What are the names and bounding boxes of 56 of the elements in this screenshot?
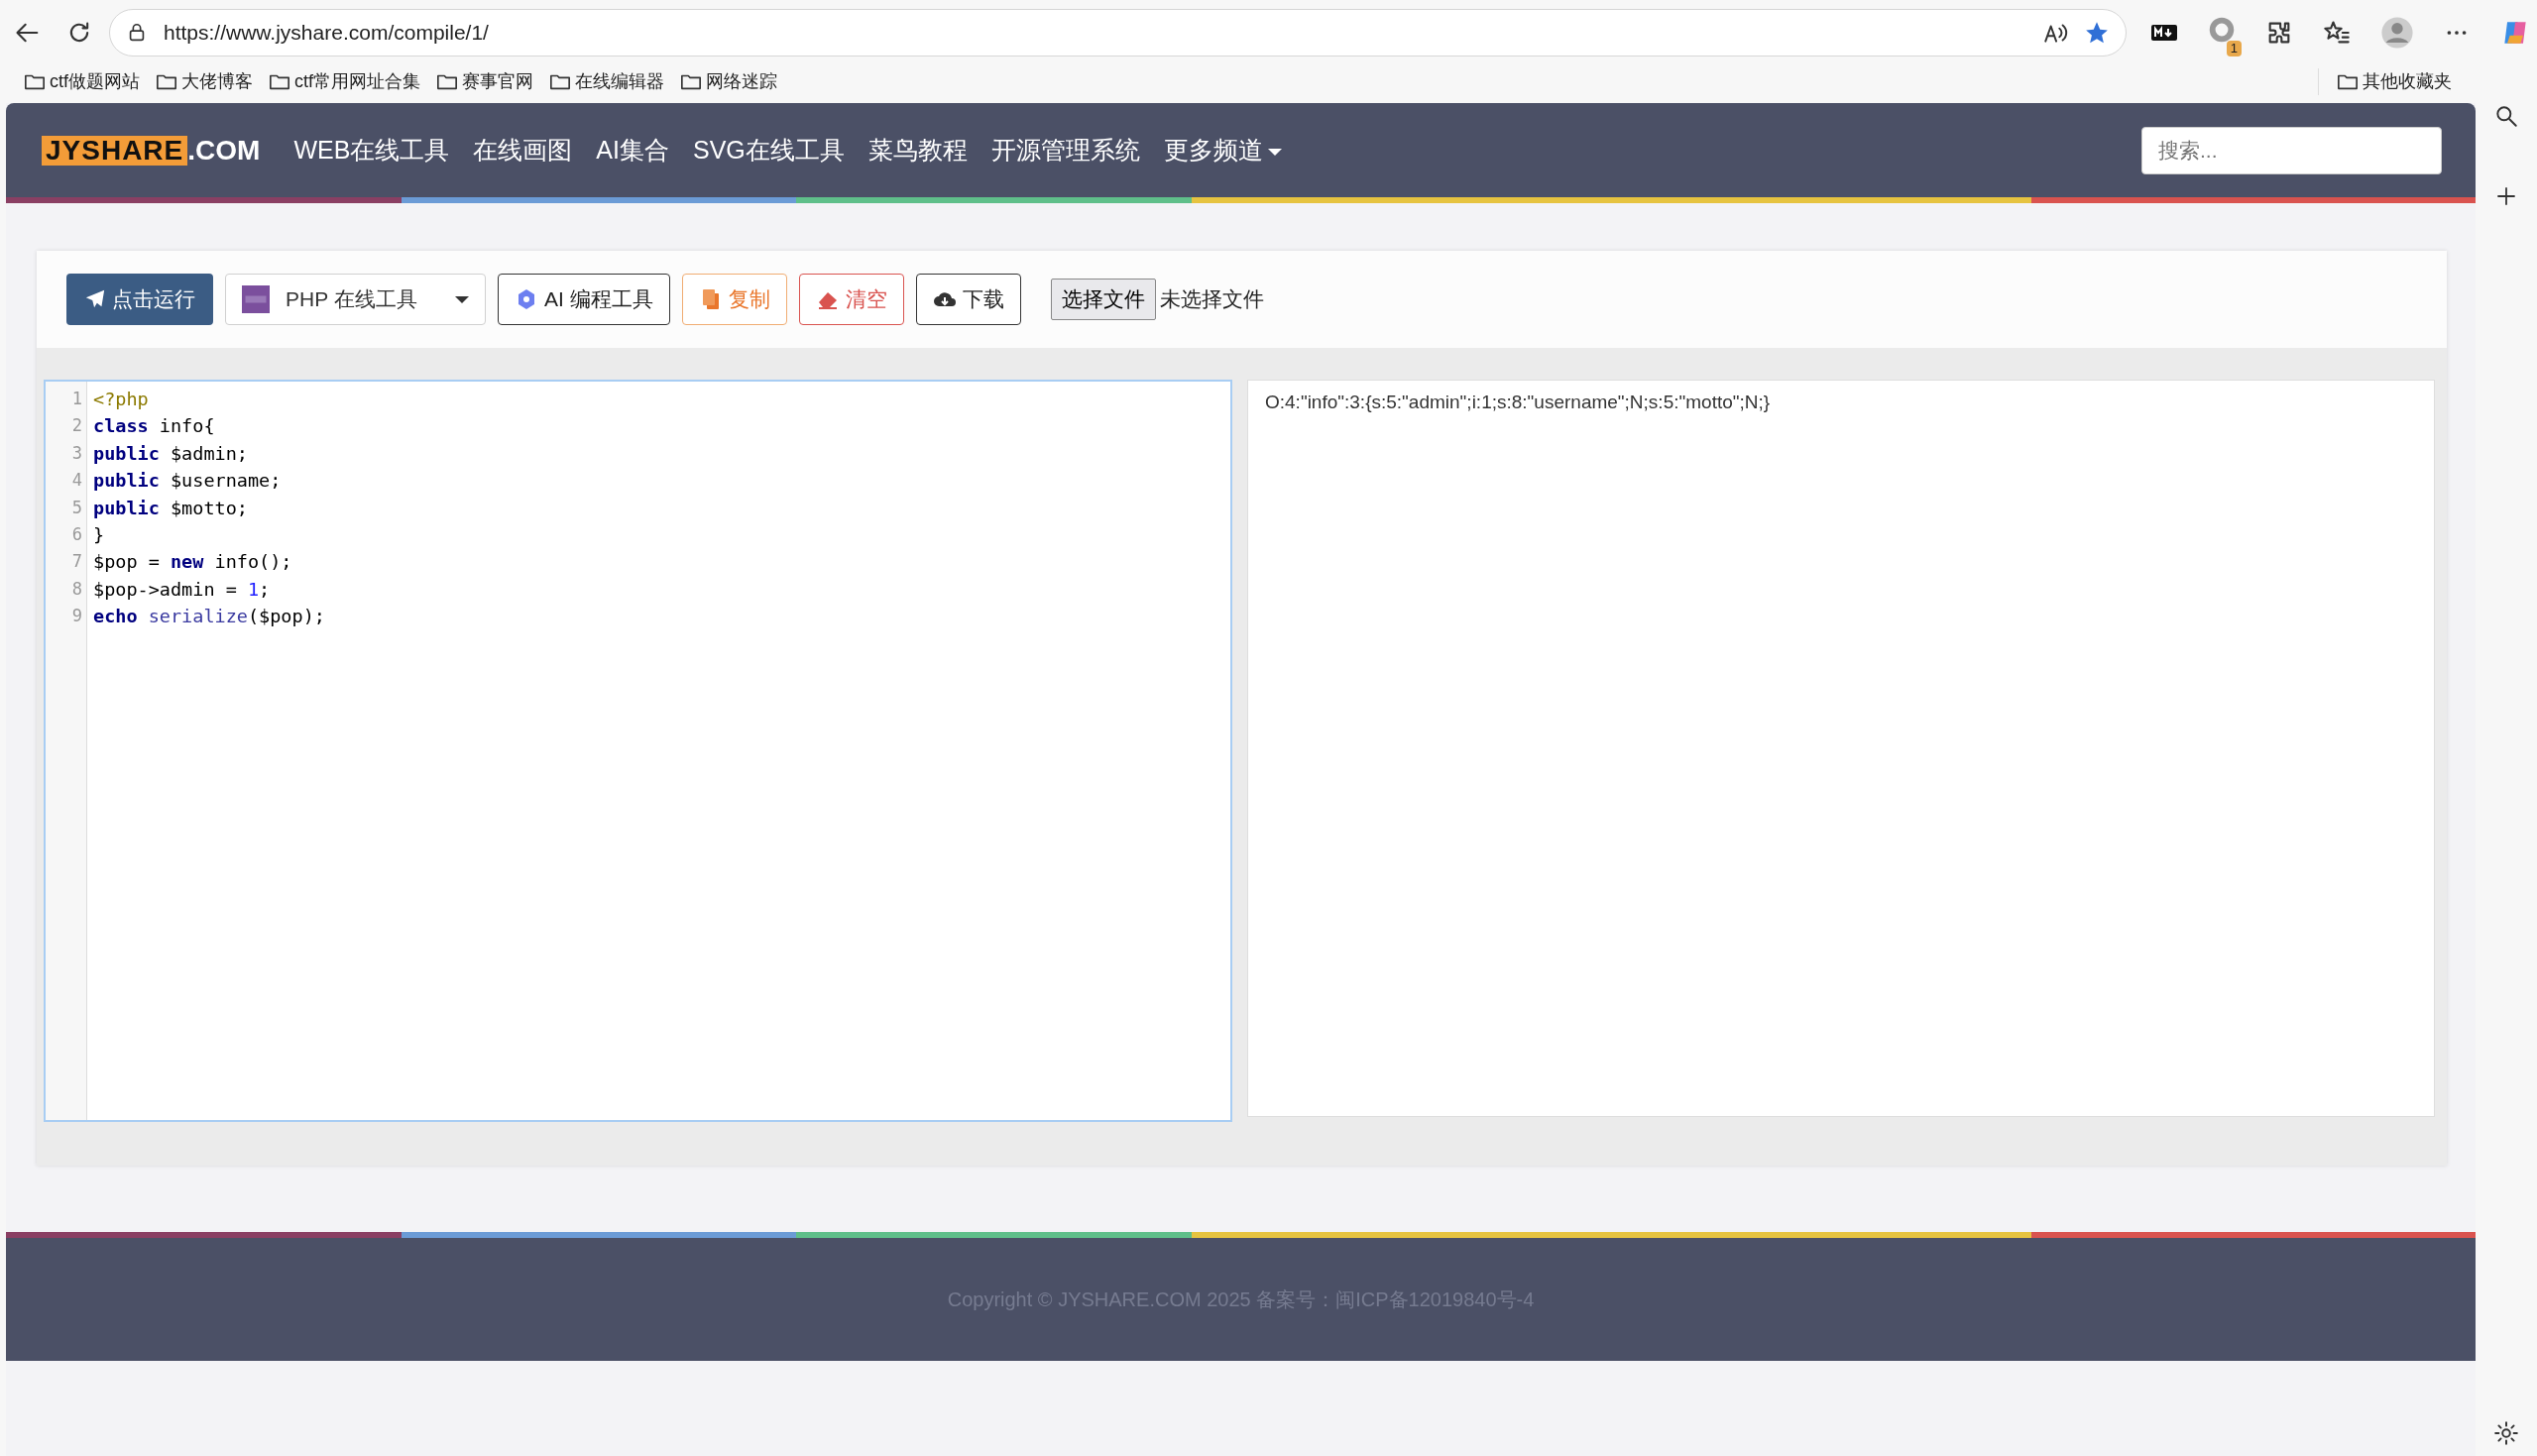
line-number: 4 — [70, 469, 83, 493]
nav-link[interactable]: 在线画图 — [461, 131, 585, 169]
bookmark[interactable]: 大佬博客 — [148, 67, 261, 95]
profile-avatar-icon[interactable] — [2380, 16, 2414, 50]
line-number: 8 — [70, 577, 83, 601]
code-line: $pop->admin = 1; — [93, 577, 272, 602]
output-text: O:4:"info":3:{s:5:"admin";i:1;s:8:"username";N;s:5:"motto";N;} — [1265, 391, 1772, 414]
extension-badge: 1 — [2226, 40, 2242, 56]
nav-link[interactable]: 菜鸟教程 — [856, 131, 980, 169]
php-logo-icon — [242, 285, 270, 313]
code-line: public $admin; — [93, 441, 249, 466]
ring-extension-icon[interactable] — [2208, 15, 2236, 44]
other-bookmarks[interactable]: 其他收藏夹 — [2318, 67, 2460, 95]
line-number: 2 — [70, 414, 83, 438]
line-number: 3 — [70, 441, 83, 465]
search-icon[interactable] — [2493, 103, 2519, 129]
bookmark[interactable]: 在线编辑器 — [541, 67, 673, 95]
line-number: 7 — [70, 550, 83, 574]
bookmark[interactable]: 网络迷踪 — [672, 67, 786, 95]
code-line: $pop = new info(); — [93, 550, 293, 575]
file-status: 未选择文件 — [1159, 286, 1264, 313]
nav-link[interactable]: AI集合 — [584, 131, 681, 169]
ai-button[interactable]: AI 编程工具 — [498, 274, 670, 325]
line-number: 1 — [70, 388, 83, 410]
code-line: echo serialize($pop); — [93, 605, 325, 629]
caret-icon — [455, 295, 469, 303]
star-icon[interactable] — [2084, 20, 2110, 46]
code-line: public $username; — [93, 469, 283, 494]
line-number: 9 — [70, 605, 83, 628]
nav-link[interactable]: WEB在线工具 — [282, 131, 462, 169]
choose-file-button[interactable]: 选择文件 — [1050, 279, 1156, 320]
code-line: public $motto; — [93, 496, 249, 520]
plus-icon[interactable] — [2494, 184, 2518, 208]
paper-plane-icon — [84, 288, 106, 310]
logo-text[interactable]: JYSHARE — [42, 135, 188, 166]
markdown-icon[interactable] — [2150, 22, 2178, 44]
run-button[interactable]: 点击运行 — [66, 274, 213, 325]
clear-button[interactable]: 清空 — [798, 274, 904, 325]
address-bar[interactable]: https://www.jyshare.com/compile/1/ — [109, 9, 2127, 56]
bookmark[interactable]: 赛事官网 — [428, 67, 542, 95]
code-editor[interactable]: 1 2 3 4 5 6 7 8 9 <?php class info{ public $admin; public $username; public $motto; } $pop = new info(); $pop->admin = 1; echo serialize($pop); — [44, 380, 1232, 1122]
url-text: https://www.jyshare.com/compile/1/ — [164, 20, 490, 47]
line-number: 6 — [70, 522, 83, 546]
download-button[interactable]: 下载 — [915, 274, 1021, 325]
bookmark[interactable]: ctf常用网址合集 — [261, 67, 429, 95]
search-field[interactable]: 搜索... — [2141, 126, 2442, 174]
code-line: <?php — [93, 388, 150, 411]
nav-link[interactable]: 更多频道 — [1151, 131, 1294, 169]
nav-link[interactable]: 开源管理系统 — [979, 131, 1152, 169]
line-number: 5 — [70, 496, 83, 519]
code-line: class info{ — [93, 414, 216, 439]
language-select[interactable]: PHP 在线工具 — [225, 274, 486, 325]
logo-text[interactable]: .COM — [187, 129, 261, 171]
nav-link[interactable]: SVG在线工具 — [680, 131, 857, 169]
bookmark[interactable]: ctf做题网站 — [16, 67, 148, 95]
code-line: } — [93, 522, 106, 547]
